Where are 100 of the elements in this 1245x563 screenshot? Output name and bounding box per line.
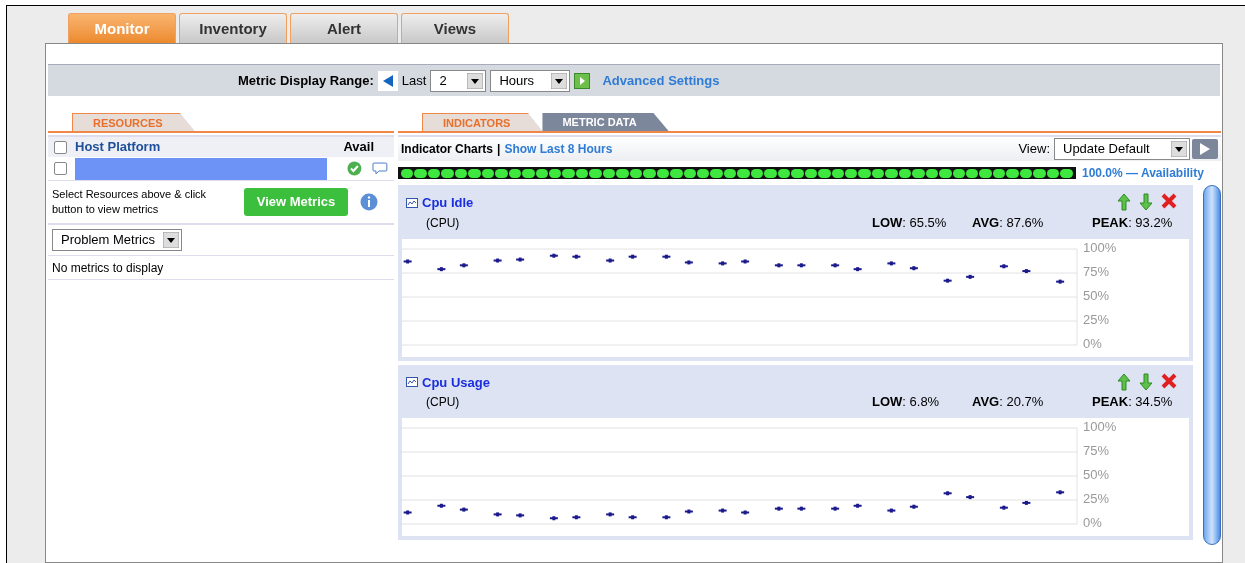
- data-point: [684, 259, 693, 264]
- data-point: [887, 508, 896, 513]
- arrow-up-icon[interactable]: [1117, 193, 1131, 211]
- section-tab[interactable]: METRIC DATA: [542, 113, 669, 131]
- dropdown-icon: [551, 72, 568, 89]
- info-icon[interactable]: [360, 193, 378, 211]
- data-point: [662, 515, 671, 520]
- peak-stat: PEAK: 34.5%: [1092, 393, 1174, 412]
- main-tab[interactable]: Alert: [290, 13, 398, 43]
- play-button[interactable]: [1192, 139, 1218, 159]
- data-point: [909, 504, 918, 509]
- column-header[interactable]: Host Platform: [75, 137, 344, 157]
- show-last-link[interactable]: Show Last 8 Hours: [504, 140, 613, 158]
- range-label: Metric Display Range:: [238, 71, 374, 90]
- tick-label: 50%: [1083, 467, 1110, 483]
- dropdown-icon: [467, 72, 484, 89]
- next-icon[interactable]: [574, 72, 591, 89]
- tick-label: 25%: [1083, 311, 1110, 327]
- data-point: [516, 257, 525, 262]
- data-point: [516, 513, 525, 518]
- dropdown-icon: [1171, 141, 1187, 157]
- data-point: [459, 262, 468, 267]
- arrow-down-icon[interactable]: [1139, 193, 1153, 211]
- peak-stat: PEAK: 93.2%: [1092, 213, 1174, 232]
- chart-icon: [406, 377, 418, 388]
- data-point: [1056, 490, 1065, 495]
- data-point: [437, 503, 446, 508]
- data-point: [493, 258, 502, 262]
- unit-label: (CPU): [426, 214, 461, 232]
- data-point: [943, 278, 952, 283]
- data-point: [662, 254, 671, 259]
- data-point: [853, 266, 862, 271]
- empty-message: No metrics to display: [52, 259, 164, 277]
- data-point: [741, 510, 750, 515]
- count-select[interactable]: 2: [430, 69, 487, 92]
- data-point: [403, 510, 412, 515]
- data-point: [1022, 500, 1031, 505]
- tick-label: 100%: [1083, 419, 1117, 435]
- tick-label: 75%: [1083, 263, 1110, 279]
- dropdown-icon: [163, 232, 179, 248]
- data-point: [797, 506, 806, 511]
- tick-label: 0%: [1083, 335, 1102, 351]
- data-point: [549, 516, 558, 521]
- column-header: Avail: [343, 138, 374, 157]
- section-title: Indicator Charts: [401, 141, 493, 158]
- data-point: [572, 254, 581, 259]
- data-point: [887, 260, 896, 265]
- comment-icon[interactable]: [372, 161, 388, 176]
- previous-icon[interactable]: [377, 70, 398, 91]
- low-stat: LOW: 65.5%: [872, 213, 948, 232]
- data-point: [493, 512, 502, 517]
- arrow-up-icon[interactable]: [1117, 372, 1131, 391]
- data-point: [718, 260, 727, 265]
- last-label: Last: [401, 71, 427, 90]
- data-point: [549, 253, 558, 258]
- main-tab[interactable]: Views: [401, 13, 509, 43]
- data-point: [572, 515, 581, 520]
- data-point: [606, 512, 615, 517]
- tick-label: 50%: [1083, 287, 1110, 303]
- avg-stat: AVG: 87.6%: [972, 213, 1045, 232]
- view-label: View:: [1018, 140, 1050, 159]
- tick-label: 25%: [1083, 491, 1110, 507]
- data-point: [1056, 279, 1065, 284]
- data-point: [999, 505, 1008, 510]
- data-point: [684, 509, 693, 514]
- data-point: [943, 491, 952, 496]
- chart-icon: [406, 197, 418, 208]
- data-point: [437, 266, 446, 271]
- data-point: [459, 507, 468, 512]
- close-icon[interactable]: [1161, 193, 1177, 209]
- data-point: [966, 274, 975, 279]
- chart-title[interactable]: Cpu Idle: [422, 193, 474, 213]
- main-tab[interactable]: Inventory: [179, 13, 287, 43]
- data-point: [797, 262, 806, 267]
- view-select[interactable]: Update Default: [1054, 138, 1190, 160]
- close-icon[interactable]: [1161, 372, 1177, 389]
- data-point: [1022, 268, 1031, 273]
- data-point: [966, 495, 975, 500]
- checkbox[interactable]: [54, 140, 67, 154]
- data-point: [774, 262, 783, 267]
- data-point: [741, 259, 750, 263]
- data-point: [909, 265, 918, 270]
- low-stat: LOW: 6.8%: [872, 393, 941, 412]
- filter-select[interactable]: Problem Metrics: [52, 229, 182, 251]
- separator: |: [497, 141, 501, 158]
- tick-label: 100%: [1083, 239, 1117, 255]
- data-point: [853, 503, 862, 508]
- tick-label: 0%: [1083, 515, 1102, 531]
- data-point: [718, 508, 727, 513]
- unit-select[interactable]: Hours: [490, 69, 571, 92]
- data-point: [403, 259, 412, 263]
- data-point: [606, 258, 615, 262]
- availability-label: 100.0% — Availability: [1082, 165, 1204, 182]
- data-point: [831, 262, 840, 267]
- tick-label: 75%: [1083, 443, 1110, 459]
- arrow-down-icon[interactable]: [1139, 372, 1153, 391]
- chart-title[interactable]: Cpu Usage: [422, 372, 490, 392]
- scrollbar[interactable]: [1203, 185, 1221, 545]
- data-point: [999, 263, 1008, 268]
- checkbox[interactable]: [54, 162, 67, 175]
